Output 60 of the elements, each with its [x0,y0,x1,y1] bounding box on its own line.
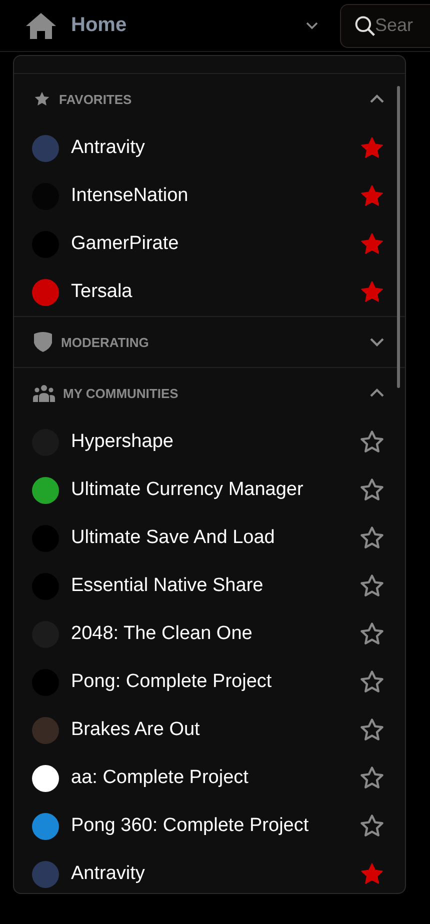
star-button[interactable] [359,279,385,305]
community-name: Pong 360: Complete Project [71,815,310,837]
community-row[interactable]: Antravity [14,850,405,893]
community-row[interactable]: 2048: The Clean One [14,610,405,658]
community-row[interactable]: Pong 360: Complete Project [14,802,405,850]
star-icon [33,90,51,108]
star-button[interactable] [359,183,385,209]
community-name: Pong: Complete Project [71,671,273,693]
section-title: MY COMMUNITIES [63,386,180,400]
star-button[interactable] [359,717,385,743]
community-row[interactable]: Pong: Complete Project [14,658,405,706]
people-icon [33,384,55,402]
section-title: MODERATING [61,334,150,350]
community-name: Tersala [71,281,134,303]
section-title: FAVORITES [59,92,133,106]
community-name: Hypershape [71,431,174,453]
home-icon[interactable] [25,12,57,40]
community-name: Antravity [71,137,146,159]
dropdown-chevron-icon[interactable] [305,21,319,30]
community-name: Antravity [71,863,146,885]
community-row[interactable]: Essential Native Share [14,562,405,610]
community-row[interactable]: Antravity [14,124,405,172]
community-name: Brakes Are Out [71,719,201,741]
community-row[interactable]: Ultimate Currency Manager [14,466,405,514]
shield-icon [33,331,53,353]
search-field[interactable]: Sear [340,4,430,48]
community-name: IntenseNation [71,185,190,207]
star-button[interactable] [359,429,385,455]
star-button[interactable] [359,231,385,257]
star-button[interactable] [359,669,385,695]
community-name: Essential Native Share [71,575,264,597]
star-button[interactable] [359,861,385,887]
expand-chevron-icon[interactable] [369,337,385,347]
scrollbar[interactable] [397,86,400,388]
section-header[interactable]: MODERATING [14,317,405,367]
star-button[interactable] [359,621,385,647]
star-button[interactable] [359,813,385,839]
star-button[interactable] [359,525,385,551]
community-row[interactable]: Hypershape [14,418,405,466]
section-header[interactable]: FAVORITES [14,74,405,124]
community-name: aa: Complete Project [71,767,250,789]
community-row[interactable]: Tersala [14,268,405,316]
community-name: 2048: The Clean One [71,623,254,645]
community-row[interactable]: Brakes Are Out [14,706,405,754]
star-button[interactable] [359,477,385,503]
community-row[interactable]: Ultimate Save And Load [14,514,405,562]
section-header[interactable]: MY COMMUNITIES [14,368,405,418]
community-name: Ultimate Save And Load [71,527,276,549]
star-button[interactable] [359,765,385,791]
star-button[interactable] [359,135,385,161]
community-row[interactable]: IntenseNation [14,172,405,220]
community-row[interactable]: GamerPirate [14,220,405,268]
community-name: GamerPirate [71,233,180,255]
page-title: Home [71,14,128,37]
star-button[interactable] [359,573,385,599]
collapse-chevron-icon[interactable] [369,388,385,398]
collapse-chevron-icon[interactable] [369,94,385,104]
search-icon [354,14,376,36]
community-name: Ultimate Currency Manager [71,479,304,501]
community-row[interactable]: aa: Complete Project [14,754,405,802]
